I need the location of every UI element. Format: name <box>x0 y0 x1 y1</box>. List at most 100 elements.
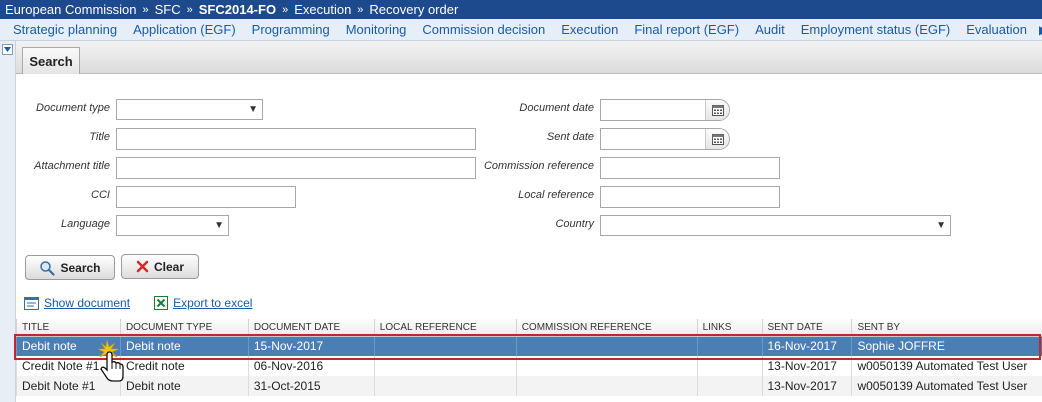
language-label: Language <box>61 218 110 230</box>
title-label: Title <box>89 131 110 143</box>
cci-input[interactable] <box>116 186 296 208</box>
cell-sent-date: 13-Nov-2017 <box>761 356 852 376</box>
country-select[interactable]: ▼ <box>600 215 951 236</box>
clear-button-label: Clear <box>153 259 185 274</box>
cell-title: Debit Note #1 <box>16 376 121 396</box>
column-header-document-date[interactable]: DOCUMENT DATE <box>247 319 375 337</box>
clear-x-icon <box>136 260 149 273</box>
table-header-row: TITLE DOCUMENT TYPE DOCUMENT DATE LOCAL … <box>16 319 1042 337</box>
table-row[interactable]: Debit Note #1 Debit note 31-Oct-2015 13-… <box>16 376 1042 396</box>
commission-reference-input[interactable] <box>600 157 780 179</box>
column-header-sent-date[interactable]: SENT DATE <box>761 319 852 337</box>
menu-item-application[interactable]: Application (EGF) <box>133 22 236 37</box>
cell-links <box>696 356 762 376</box>
cell-sent-date: 13-Nov-2017 <box>761 376 852 396</box>
chevron-down-icon: ▼ <box>248 104 258 115</box>
breadcrumb: European Commission » SFC » SFC2014-FO »… <box>0 0 1042 19</box>
breadcrumb-item[interactable]: SFC2014-FO <box>199 2 276 17</box>
local-reference-input[interactable] <box>600 186 780 208</box>
results-toolbar: Show document Export to excel <box>24 296 252 310</box>
main-menu: Strategic planning Application (EGF) Pro… <box>0 19 1042 41</box>
menu-item-commission-decision[interactable]: Commission decision <box>422 22 545 37</box>
cell-document-date: 31-Oct-2015 <box>247 376 375 396</box>
cell-sent-by: w0050139 Automated Test User <box>851 376 1042 396</box>
cell-local-reference <box>373 376 517 396</box>
cell-document-type: Credit note <box>119 356 249 376</box>
menu-item-strategic-planning[interactable]: Strategic planning <box>13 22 117 37</box>
table-row-selected[interactable]: Debit note Debit note 15-Nov-2017 16-Nov… <box>16 336 1042 356</box>
document-type-label: Document type <box>36 102 110 114</box>
results-table: TITLE DOCUMENT TYPE DOCUMENT DATE LOCAL … <box>16 319 1042 396</box>
table-row[interactable]: Credit Note #1 Credit note 06-Nov-2016 1… <box>16 356 1042 376</box>
commission-reference-label: Commission reference <box>483 160 594 172</box>
cell-commission-reference <box>515 376 698 396</box>
country-label: Country <box>555 218 594 230</box>
document-date-label: Document date <box>519 102 594 114</box>
cell-links <box>696 336 762 356</box>
search-form: Document type ▼ Title Attachment title C… <box>16 74 1042 329</box>
cell-sent-by: w0050139 Automated Test User <box>851 356 1042 376</box>
chevron-down-icon: ▼ <box>936 220 946 231</box>
tab-search[interactable]: Search <box>22 47 80 74</box>
local-reference-label: Local reference <box>518 189 594 201</box>
cci-label: CCI <box>91 189 110 201</box>
export-to-excel-link[interactable]: Export to excel <box>154 296 252 310</box>
cell-commission-reference <box>515 356 698 376</box>
language-select[interactable]: ▼ <box>116 215 229 236</box>
magnifier-icon <box>40 260 56 276</box>
menu-item-employment-status[interactable]: Employment status (EGF) <box>801 22 951 37</box>
collapse-chevron-icon[interactable] <box>2 44 13 55</box>
attachment-title-input[interactable] <box>116 157 476 179</box>
column-header-document-type[interactable]: DOCUMENT TYPE <box>119 319 249 337</box>
side-panel <box>0 41 16 402</box>
cell-title: Credit Note #1 <box>16 356 121 376</box>
menu-item-final-report[interactable]: Final report (EGF) <box>634 22 739 37</box>
cell-local-reference <box>373 336 517 356</box>
export-to-excel-label: Export to excel <box>173 296 253 310</box>
cell-document-type: Debit note <box>119 336 249 356</box>
search-button-label: Search <box>60 260 101 275</box>
column-header-sent-by[interactable]: SENT BY <box>851 319 1042 337</box>
cell-sent-by: Sophie JOFFRE <box>851 336 1042 356</box>
breadcrumb-item-current: Recovery order <box>369 2 459 17</box>
tab-strip: Search <box>16 41 1042 74</box>
breadcrumb-item[interactable]: European Commission <box>5 2 137 17</box>
column-header-commission-reference[interactable]: COMMISSION REFERENCE <box>515 319 698 337</box>
breadcrumb-separator: » <box>142 3 149 16</box>
attachment-title-label: Attachment title <box>34 160 110 172</box>
cell-local-reference <box>373 356 517 376</box>
cell-title: Debit note <box>16 336 121 356</box>
breadcrumb-item[interactable]: Execution <box>294 2 351 17</box>
search-button[interactable]: Search <box>25 255 115 280</box>
breadcrumb-separator: » <box>357 3 364 16</box>
menu-item-evaluation[interactable]: Evaluation <box>966 22 1027 37</box>
column-header-local-reference[interactable]: LOCAL REFERENCE <box>373 319 517 337</box>
sent-date-label: Sent date <box>546 131 594 143</box>
cell-document-date: 15-Nov-2017 <box>247 336 375 356</box>
menu-item-monitoring[interactable]: Monitoring <box>346 22 407 37</box>
cell-commission-reference <box>515 336 698 356</box>
document-icon <box>24 296 39 310</box>
show-document-label: Show document <box>44 296 131 310</box>
column-header-title[interactable]: TITLE <box>16 319 121 337</box>
menu-item-audit[interactable]: Audit <box>755 22 785 37</box>
calendar-icon[interactable] <box>705 129 729 149</box>
menu-item-programming[interactable]: Programming <box>252 22 330 37</box>
document-date-input[interactable] <box>600 99 730 121</box>
calendar-icon[interactable] <box>705 100 729 120</box>
menu-item-execution[interactable]: Execution <box>561 22 618 37</box>
column-header-links[interactable]: LINKS <box>696 319 762 337</box>
clear-button[interactable]: Clear <box>121 254 199 279</box>
breadcrumb-separator: » <box>186 3 193 16</box>
show-document-link[interactable]: Show document <box>24 296 130 310</box>
sent-date-input[interactable] <box>600 128 730 150</box>
document-type-select[interactable]: ▼ <box>116 99 263 120</box>
cell-links <box>696 376 762 396</box>
cell-document-date: 06-Nov-2016 <box>247 356 375 376</box>
cell-sent-date: 16-Nov-2017 <box>761 336 852 356</box>
cell-document-type: Debit note <box>119 376 249 396</box>
breadcrumb-item[interactable]: SFC <box>155 2 181 17</box>
excel-icon <box>154 296 169 310</box>
chevron-down-icon: ▼ <box>214 220 224 231</box>
title-input[interactable] <box>116 128 476 150</box>
